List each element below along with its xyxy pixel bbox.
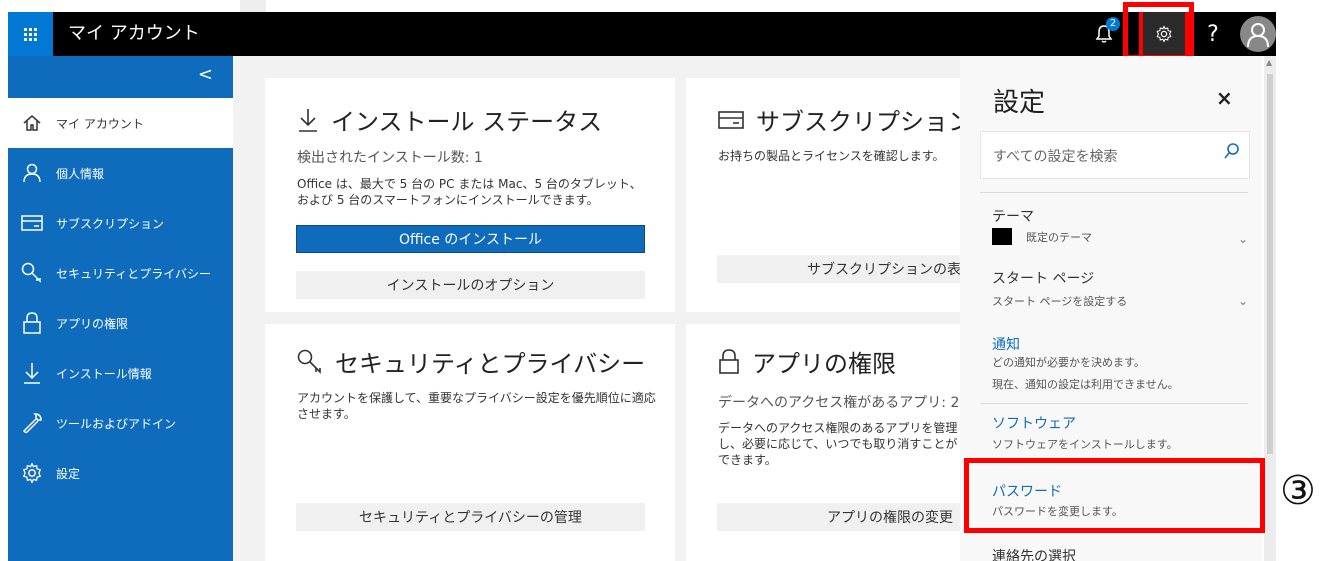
download-icon xyxy=(299,108,317,132)
help-button[interactable]: ? xyxy=(1198,12,1228,56)
install-description: Office は、最大で 5 台の PC または Mac、5 台のタブレット、お… xyxy=(297,177,642,207)
sidebar-item-subscription[interactable]: サブスクリプション xyxy=(8,198,233,248)
sidebar-item-app-permissions[interactable]: アプリの権限 xyxy=(8,298,233,348)
lock-icon xyxy=(719,348,739,374)
subscription-description: お持ちの製品とライセンスを確認します。 xyxy=(718,149,945,163)
sidebar-item-label: インストール情報 xyxy=(56,366,152,381)
top-bar: マイ アカウント 2 ? xyxy=(8,12,1276,56)
subscription-card-title: サブスクリプション xyxy=(718,102,960,137)
sidebar-item-label: マイ アカウント xyxy=(56,116,144,131)
sidebar-item-settings[interactable]: 設定 xyxy=(8,448,233,498)
waffle-icon xyxy=(24,27,37,41)
app-title: マイ アカウント xyxy=(68,23,200,44)
search-placeholder: すべての設定を検索 xyxy=(993,149,1118,165)
sidebar-item-label: セキュリティとプライバシー xyxy=(56,266,212,281)
app-permissions-description: データへのアクセス権限のあるアプリを管理し、必要に応じて、いつでも取り消すことが… xyxy=(718,421,958,467)
scroll-up-icon[interactable]: ▲ xyxy=(1266,58,1272,67)
software-link[interactable]: ソフトウェア xyxy=(992,413,1076,433)
manage-security-button[interactable]: セキュリティとプライバシーの管理 xyxy=(296,503,645,531)
sidebar-item-label: 設定 xyxy=(56,466,81,481)
search-icon xyxy=(1224,143,1239,159)
chevron-down-icon[interactable]: ⌄ xyxy=(1238,232,1248,246)
close-settings-button[interactable]: × xyxy=(1216,86,1233,110)
notifications-desc: どの通知が必要かを決めます。 xyxy=(992,356,1145,369)
notification-badge: 2 xyxy=(1106,17,1120,31)
app-count: データへのアクセス権があるアプリ: 29 xyxy=(718,395,960,411)
card-icon xyxy=(21,215,43,231)
sidebar-item-tools-addins[interactable]: ツールおよびアドイン xyxy=(8,398,233,448)
scrollbar-thumb[interactable] xyxy=(1267,74,1273,454)
avatar[interactable] xyxy=(1240,16,1276,52)
notifications-button[interactable]: 2 xyxy=(1084,12,1124,56)
start-page-heading: スタート ページ xyxy=(992,271,1095,287)
security-description: アカウントを保護して、重要なプライバシー設定を優先順位に適応させます。 xyxy=(297,391,656,421)
settings-search-input[interactable]: すべての設定を検索 xyxy=(980,131,1250,179)
lock-icon xyxy=(23,312,41,334)
theme-swatch xyxy=(992,228,1012,245)
theme-value[interactable]: 既定のテーマ xyxy=(1026,229,1092,245)
key-icon xyxy=(21,262,41,283)
sidebar-item-my-account[interactable]: マイ アカウント xyxy=(8,98,233,148)
security-card: セキュリティとプライバシー アカウントを保護して、重要なプライバシー設定を優先順… xyxy=(265,324,675,561)
start-page-desc[interactable]: スタート ページを設定する xyxy=(992,293,1127,309)
install-count: 検出されたインストール数: 1 xyxy=(297,150,483,166)
person-icon xyxy=(23,163,41,183)
notifications-status: 現在、通知の設定は利用できません。 xyxy=(992,378,1179,391)
step-annotation: ③ xyxy=(1280,468,1316,514)
sidebar-item-personal-info[interactable]: 個人情報 xyxy=(8,148,233,198)
app-permissions-card-title: アプリの権限 xyxy=(718,344,896,379)
contact-heading[interactable]: 連絡先の選択 xyxy=(992,546,1076,561)
gear-icon xyxy=(22,462,42,484)
chevron-down-icon[interactable]: ⌄ xyxy=(1238,294,1248,308)
sidebar: < マイ アカウント 個人情報 サブスクリプション セキュリティとプライバシー … xyxy=(8,56,233,561)
view-subscription-button[interactable]: サブスクリプションの表示 xyxy=(717,255,960,283)
settings-button-highlight xyxy=(1123,2,1194,60)
download-icon xyxy=(24,363,40,384)
install-options-button[interactable]: インストールのオプション xyxy=(296,271,645,299)
change-app-permissions-button[interactable]: アプリの権限の変更 xyxy=(717,503,960,531)
card-icon xyxy=(718,110,744,129)
sidebar-item-label: 個人情報 xyxy=(56,166,105,181)
app-launcher-button[interactable] xyxy=(8,12,53,56)
password-highlight xyxy=(964,458,1265,533)
home-icon xyxy=(23,115,41,131)
sidebar-item-install-info[interactable]: インストール情報 xyxy=(8,348,233,398)
settings-title: 設定 xyxy=(993,88,1046,118)
wrench-icon xyxy=(22,413,42,434)
divider xyxy=(980,192,1248,193)
subscription-card: サブスクリプション お持ちの製品とライセンスを確認します。 サブスクリプションの… xyxy=(686,78,960,312)
theme-heading: テーマ xyxy=(992,209,1034,225)
key-icon xyxy=(297,349,321,374)
collapse-sidebar-button[interactable]: < xyxy=(198,64,213,85)
settings-scrollbar[interactable]: ▲ xyxy=(1264,56,1276,561)
divider xyxy=(980,403,1248,404)
app-permissions-card: アプリの権限 データへのアクセス権があるアプリ: 29 データへのアクセス権限の… xyxy=(686,324,960,561)
top-square xyxy=(240,0,266,12)
software-desc: ソフトウェアをインストールします。 xyxy=(992,438,1178,451)
notifications-link[interactable]: 通知 xyxy=(992,334,1020,354)
install-card-title: インストール ステータス xyxy=(297,102,602,137)
install-office-button[interactable]: Office のインストール xyxy=(296,225,645,253)
sidebar-item-label: サブスクリプション xyxy=(56,216,165,231)
sidebar-item-label: ツールおよびアドイン xyxy=(56,416,177,431)
install-status-card: インストール ステータス 検出されたインストール数: 1 Office は、最大… xyxy=(265,78,675,312)
sidebar-item-security[interactable]: セキュリティとプライバシー xyxy=(8,248,233,298)
security-card-title: セキュリティとプライバシー xyxy=(297,344,645,379)
sidebar-item-label: アプリの権限 xyxy=(56,316,129,331)
user-avatar-icon xyxy=(1247,23,1269,47)
